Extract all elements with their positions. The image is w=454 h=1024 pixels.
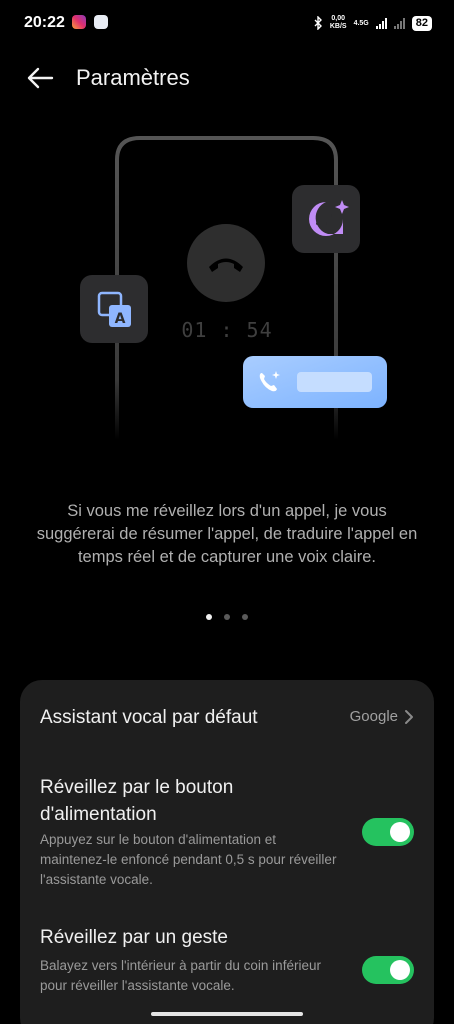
back-button[interactable] (20, 62, 60, 94)
gesture-title: Réveillez par un geste (40, 927, 228, 948)
page-dot-2[interactable] (224, 614, 230, 620)
default-assistant-value: Google (349, 708, 398, 725)
home-indicator[interactable] (151, 1012, 303, 1016)
settings-card: Assistant vocal par défaut Google Réveil… (20, 680, 434, 1024)
chevron-right-icon (405, 710, 413, 724)
gesture-toggle[interactable] (362, 956, 414, 984)
gesture-wake-row: Réveillez par un geste Balayez vers l'in… (20, 920, 434, 1024)
gesture-description: Balayez vers l'intérieur à partir du coi… (40, 958, 321, 993)
feature-illustration: A 01 : 54 (0, 130, 454, 450)
arrow-left-icon (27, 67, 54, 89)
page-title: Paramètres (76, 65, 190, 90)
header: Paramètres (0, 56, 454, 100)
page-dot-3[interactable] (242, 614, 248, 620)
feature-description: Si vous me réveillez lors d'un appel, je… (36, 502, 418, 566)
power-button-wake-row: Réveillez par le bouton d'alimentation A… (20, 766, 434, 896)
pagination-dots (0, 614, 454, 620)
toggle-knob (390, 960, 410, 980)
power-button-toggle[interactable] (362, 818, 414, 846)
signal-secondary-icon (393, 17, 405, 29)
network-type: 4.5G (353, 19, 369, 27)
status-time: 20:22 (24, 14, 65, 31)
network-speed: 0,00 KB/S (330, 15, 347, 31)
bluetooth-icon (314, 16, 322, 30)
speed-value: 0,00 (331, 15, 345, 22)
default-assistant-row[interactable]: Assistant vocal par défaut Google (20, 680, 434, 754)
app-notification-icon (94, 15, 108, 29)
default-assistant-label: Assistant vocal par défaut (40, 707, 258, 728)
status-bar: 20:22 0,00 KB/S 4.5G 82 (0, 0, 454, 46)
battery-level: 82 (411, 15, 432, 31)
power-button-title: Réveillez par le bouton d'alimentation (40, 777, 234, 825)
summary-sparkle-icon (292, 185, 360, 253)
call-sparkle-card (243, 356, 387, 408)
hang-up-icon (187, 224, 265, 302)
phone-call-illustration: A (80, 136, 387, 440)
page-dot-1[interactable] (206, 614, 212, 620)
toggle-knob (390, 822, 410, 842)
call-timer: 01 : 54 (181, 318, 273, 342)
power-button-description: Appuyez sur le bouton d'alimentation et … (40, 832, 337, 887)
speed-unit: KB/S (329, 23, 347, 30)
signal-icon (375, 17, 387, 29)
instagram-notification-icon (72, 15, 86, 29)
